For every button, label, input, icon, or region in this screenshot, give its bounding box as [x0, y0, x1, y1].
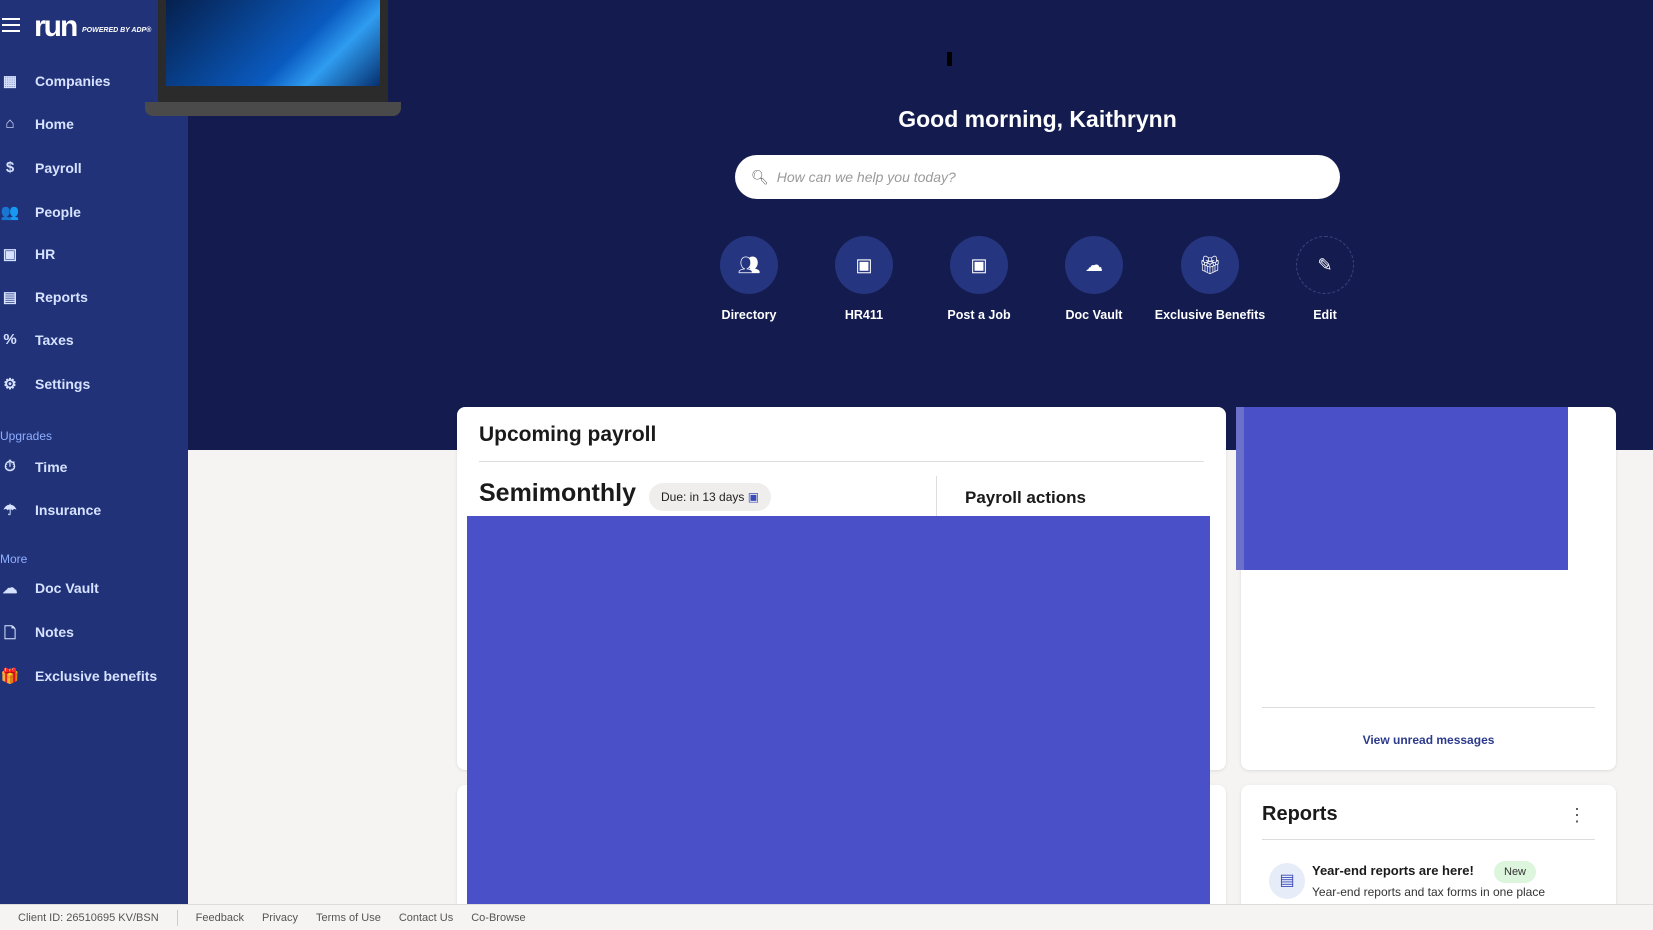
label: Doc Vault: [35, 580, 99, 596]
people-icon: 👥︎: [720, 236, 778, 294]
sidebar-item-payroll[interactable]: $ Payroll: [0, 159, 82, 177]
sidebar-item-taxes[interactable]: % Taxes: [0, 331, 74, 349]
sidebar-item-doc-vault[interactable]: ☁ Doc Vault: [0, 579, 99, 597]
id-folder-icon: ▣: [950, 236, 1008, 294]
redacted-region: [467, 516, 1210, 912]
card-title: Reports: [1262, 803, 1338, 825]
label: HR411: [844, 308, 884, 322]
footer-link-terms[interactable]: Terms of Use: [316, 912, 381, 924]
gift-icon: 🎁︎: [1181, 236, 1239, 294]
search-bar[interactable]: 🔍︎: [735, 155, 1340, 199]
home-icon: ⌂: [5, 115, 15, 132]
label: HR: [35, 246, 56, 262]
search-icon: 🔍︎: [751, 168, 769, 185]
cursor-mark: [947, 52, 952, 66]
report-item-title[interactable]: Year-end reports are here!: [1312, 863, 1474, 878]
sidebar-item-people[interactable]: 👥 People: [0, 203, 81, 221]
new-badge: New: [1494, 861, 1537, 883]
footer-link-contact[interactable]: Contact Us: [399, 912, 453, 924]
label: Reports: [35, 289, 88, 305]
calendar-icon: ▣: [747, 490, 760, 504]
divider: [1262, 839, 1595, 840]
run-logo: run: [34, 10, 78, 43]
label: People: [35, 204, 81, 220]
footer-link-feedback[interactable]: Feedback: [196, 912, 244, 924]
hamburger-menu-icon[interactable]: [2, 18, 20, 32]
cloud-lock-icon: ☁: [1065, 236, 1123, 294]
label: Settings: [35, 376, 91, 392]
cloud-lock-icon: ☁: [2, 580, 18, 597]
sidebar-item-reports[interactable]: ▤ Reports: [0, 288, 88, 306]
due-badge: Due: in 13 days ▣: [649, 483, 772, 511]
label: Companies: [35, 73, 111, 89]
umbrella-icon: ☂: [3, 502, 17, 519]
sidebar-item-home[interactable]: ⌂ Home: [0, 115, 74, 133]
gear-icon: ⚙: [3, 376, 17, 393]
quick-action-hr411[interactable]: ▣ HR411: [799, 236, 929, 322]
sidebar-item-companies[interactable]: ▦ Companies: [0, 72, 111, 90]
label: Notes: [35, 624, 74, 640]
pay-frequency: Semimonthly: [479, 479, 636, 507]
pencil-icon: ✎: [1296, 236, 1354, 294]
label: Home: [35, 116, 74, 132]
divider: [1262, 707, 1595, 708]
more-section-label: More: [0, 552, 28, 566]
people-icon: 👥: [0, 204, 20, 221]
id-folder-icon: ▣: [835, 236, 893, 294]
sidebar-item-hr[interactable]: ▣ HR: [0, 245, 55, 263]
report-item-desc: Year-end reports and tax forms in one pl…: [1312, 885, 1546, 899]
footer: Client ID: 26510695 KV/BSN Feedback Priv…: [0, 904, 1653, 930]
sidebar-item-notes[interactable]: 🗋 Notes: [0, 623, 74, 642]
card-title: Upcoming payroll: [479, 423, 657, 446]
client-id: Client ID: 26510695 KV/BSN: [18, 911, 159, 924]
dollar-icon: $: [5, 159, 15, 176]
stopwatch-icon: ⏱: [4, 458, 16, 475]
due-text: Due: in 13 days: [661, 490, 745, 504]
sidebar-item-exclusive-benefits[interactable]: 🎁 Exclusive benefits: [0, 667, 158, 685]
gift-icon: 🎁: [0, 668, 20, 685]
id-card-icon: ▣: [2, 246, 18, 263]
quick-action-exclusive-benefits[interactable]: 🎁︎ Exclusive Benefits: [1145, 236, 1275, 322]
taxes-icon: %: [3, 331, 17, 348]
payroll-actions-title: Payroll actions: [965, 488, 1086, 507]
label: Edit: [1313, 308, 1337, 322]
divider: [936, 476, 937, 516]
sidebar: run POWERED BY ADP® ▦ Companies ⌂ Home $ Pa…: [0, 0, 188, 904]
label: Time: [35, 459, 68, 475]
sidebar-item-insurance[interactable]: ☂ Insurance: [0, 501, 101, 519]
label: Payroll: [35, 160, 82, 176]
report-icon: ▤: [1269, 863, 1305, 899]
upgrades-section-label: Upgrades: [0, 429, 53, 443]
footer-link-co-browse[interactable]: Co-Browse: [471, 912, 525, 924]
label: Insurance: [35, 502, 102, 518]
laptop-image: [145, 0, 401, 117]
label: Exclusive Benefits: [1154, 308, 1266, 322]
label: Doc Vault: [1065, 308, 1123, 322]
quick-action-doc-vault[interactable]: ☁ Doc Vault: [1029, 236, 1159, 322]
reports-card: Reports ⋮ ▤ Year-end reports are here! N…: [1241, 785, 1616, 915]
label: Post a Job: [947, 308, 1011, 322]
document-icon: 🗋: [3, 625, 17, 642]
more-options-icon[interactable]: ⋮: [1568, 805, 1586, 826]
greeting: Good morning, Kaithrynn: [898, 106, 1177, 132]
divider: [176, 909, 178, 926]
powered-by-adp: POWERED BY ADP®: [82, 27, 152, 34]
redacted-region: [1236, 407, 1568, 570]
view-unread-messages-link[interactable]: View unread messages: [1241, 733, 1616, 747]
label: Taxes: [35, 332, 74, 348]
report-icon: ▤: [2, 289, 18, 306]
search-input[interactable]: [776, 169, 1317, 185]
building-icon: ▦: [2, 73, 18, 90]
label: Exclusive benefits: [35, 668, 158, 684]
quick-action-post-a-job[interactable]: ▣ Post a Job: [914, 236, 1044, 322]
sidebar-item-time[interactable]: ⏱ Time: [0, 458, 67, 476]
label: Directory: [721, 308, 777, 322]
quick-action-directory[interactable]: 👥︎ Directory: [684, 236, 814, 322]
sidebar-item-settings[interactable]: ⚙ Settings: [0, 375, 90, 393]
footer-link-privacy[interactable]: Privacy: [262, 912, 298, 924]
divider: [479, 461, 1204, 462]
quick-action-edit[interactable]: ✎ Edit: [1260, 236, 1390, 322]
